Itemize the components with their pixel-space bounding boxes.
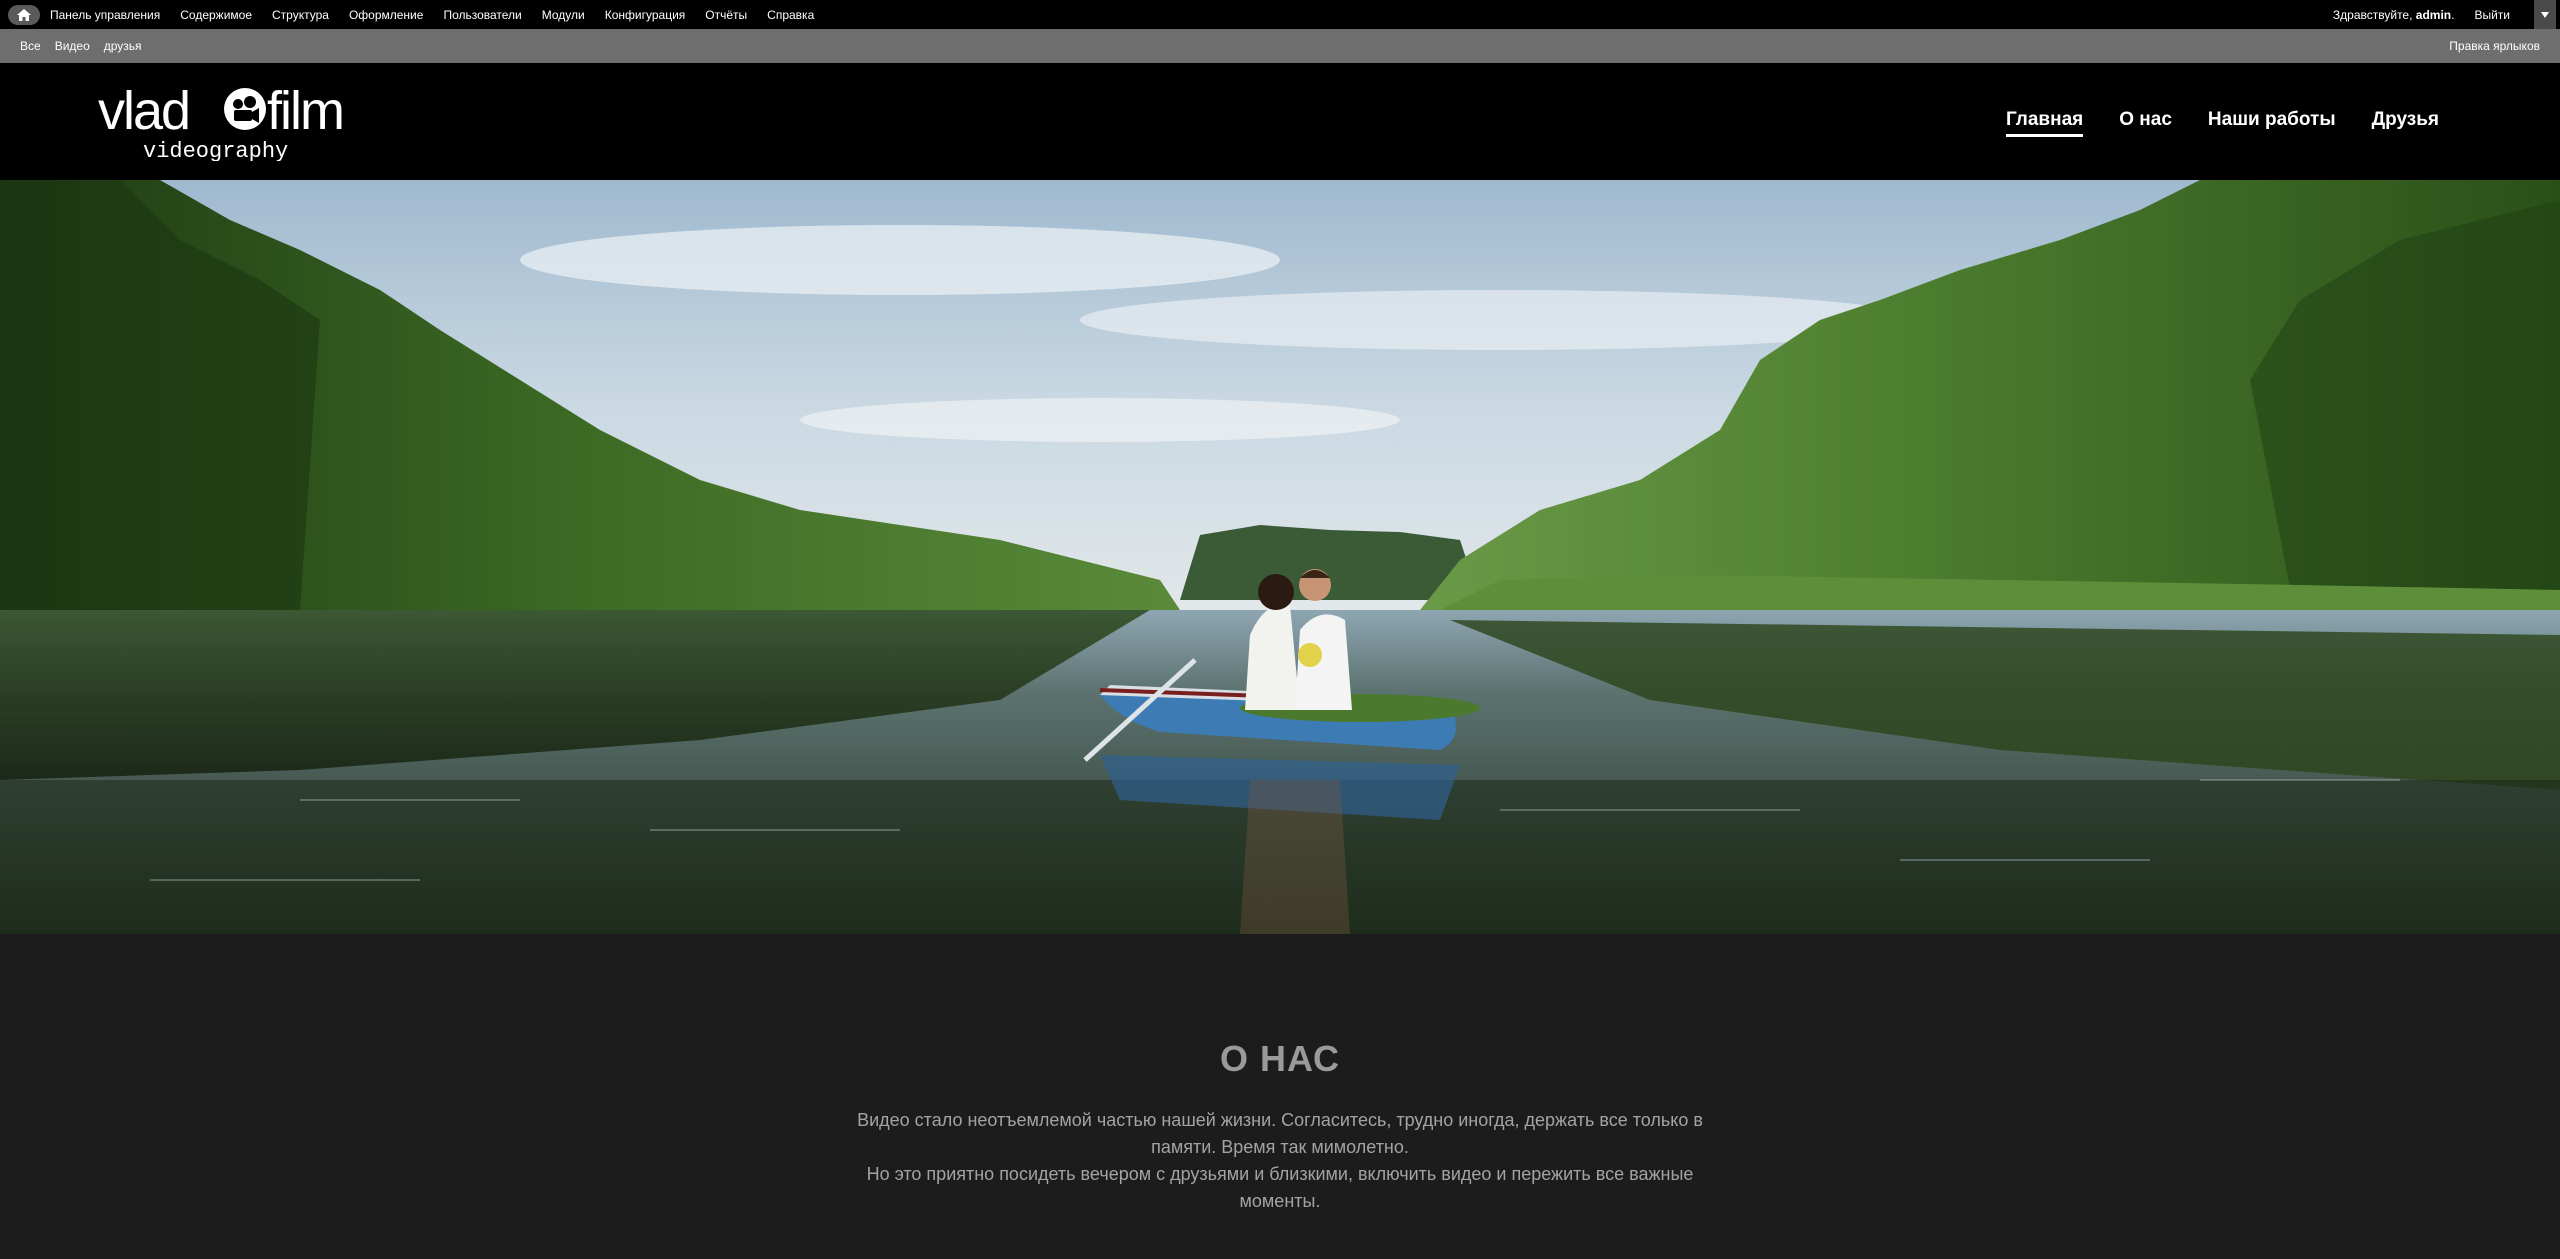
admin-menu-structure[interactable]: Структура bbox=[272, 8, 329, 22]
hero-image bbox=[0, 180, 2560, 934]
admin-menu-dashboard[interactable]: Панель управления bbox=[50, 8, 160, 22]
greeting: Здравствуйте, admin. bbox=[2333, 8, 2455, 22]
logo-tagline: videography bbox=[143, 139, 288, 161]
shortcut-all[interactable]: Все bbox=[20, 39, 41, 53]
admin-menu-people[interactable]: Пользователи bbox=[443, 8, 521, 22]
home-button[interactable] bbox=[8, 4, 40, 25]
about-title: О НАС bbox=[1219, 1038, 1341, 1079]
greeting-suffix: . bbox=[2451, 7, 2455, 22]
main-navigation: Главная О нас Наши работы Друзья bbox=[1970, 109, 2439, 137]
shortcuts-toggle-button[interactable] bbox=[2534, 0, 2556, 29]
home-icon bbox=[17, 8, 31, 21]
admin-menu: Панель управления Содержимое Структура О… bbox=[50, 8, 834, 22]
nav-friends[interactable]: Друзья bbox=[2372, 109, 2439, 137]
admin-menu-content[interactable]: Содержимое bbox=[180, 8, 252, 22]
logout-link[interactable]: Выйти bbox=[2474, 8, 2510, 22]
admin-toolbar: Панель управления Содержимое Структура О… bbox=[0, 0, 2560, 29]
admin-menu-configuration[interactable]: Конфигурация bbox=[605, 8, 686, 22]
about-paragraph-2: Но это приятно посидеть вечером с друзья… bbox=[866, 1164, 1694, 1211]
edit-shortcuts-link[interactable]: Правка ярлыков bbox=[2449, 39, 2540, 53]
admin-menu-modules[interactable]: Модули bbox=[542, 8, 585, 22]
film-camera-icon bbox=[224, 88, 266, 130]
shortcut-video[interactable]: Видео bbox=[55, 39, 90, 53]
nav-home[interactable]: Главная bbox=[2005, 109, 2084, 137]
about-paragraph-1: Видео стало неотъемлемой частью нашей жи… bbox=[857, 1110, 1703, 1157]
about-text: Видео стало неотъемлемой частью нашей жи… bbox=[845, 1107, 1715, 1215]
chevron-down-icon bbox=[2541, 11, 2549, 18]
admin-user-area: Здравствуйте, admin. Выйти bbox=[2333, 0, 2560, 29]
about-section: О НАС Видео стало неотъемлемой частью на… bbox=[0, 934, 2560, 1259]
hero-photo-lake-couple-boat bbox=[0, 180, 2560, 934]
shortcuts-list: Все Видео друзья bbox=[20, 39, 156, 53]
site-logo[interactable]: vlad film videography bbox=[98, 81, 358, 161]
shortcut-friends[interactable]: друзья bbox=[104, 39, 142, 53]
admin-menu-reports[interactable]: Отчёты bbox=[705, 8, 747, 22]
username-link[interactable]: admin bbox=[2416, 8, 2451, 22]
admin-menu-appearance[interactable]: Оформление bbox=[349, 8, 423, 22]
nav-works[interactable]: Наши работы bbox=[2208, 109, 2336, 137]
nav-about[interactable]: О нас bbox=[2119, 109, 2172, 137]
admin-menu-help[interactable]: Справка bbox=[767, 8, 814, 22]
shortcuts-bar: Все Видео друзья Правка ярлыков bbox=[0, 29, 2560, 63]
logo-text-left: vlad bbox=[98, 81, 189, 141]
logo-text-right: film bbox=[267, 81, 343, 141]
site-header: vlad film videography Главная О нас Наши… bbox=[0, 63, 2560, 180]
greeting-prefix: Здравствуйте, bbox=[2332, 7, 2416, 22]
